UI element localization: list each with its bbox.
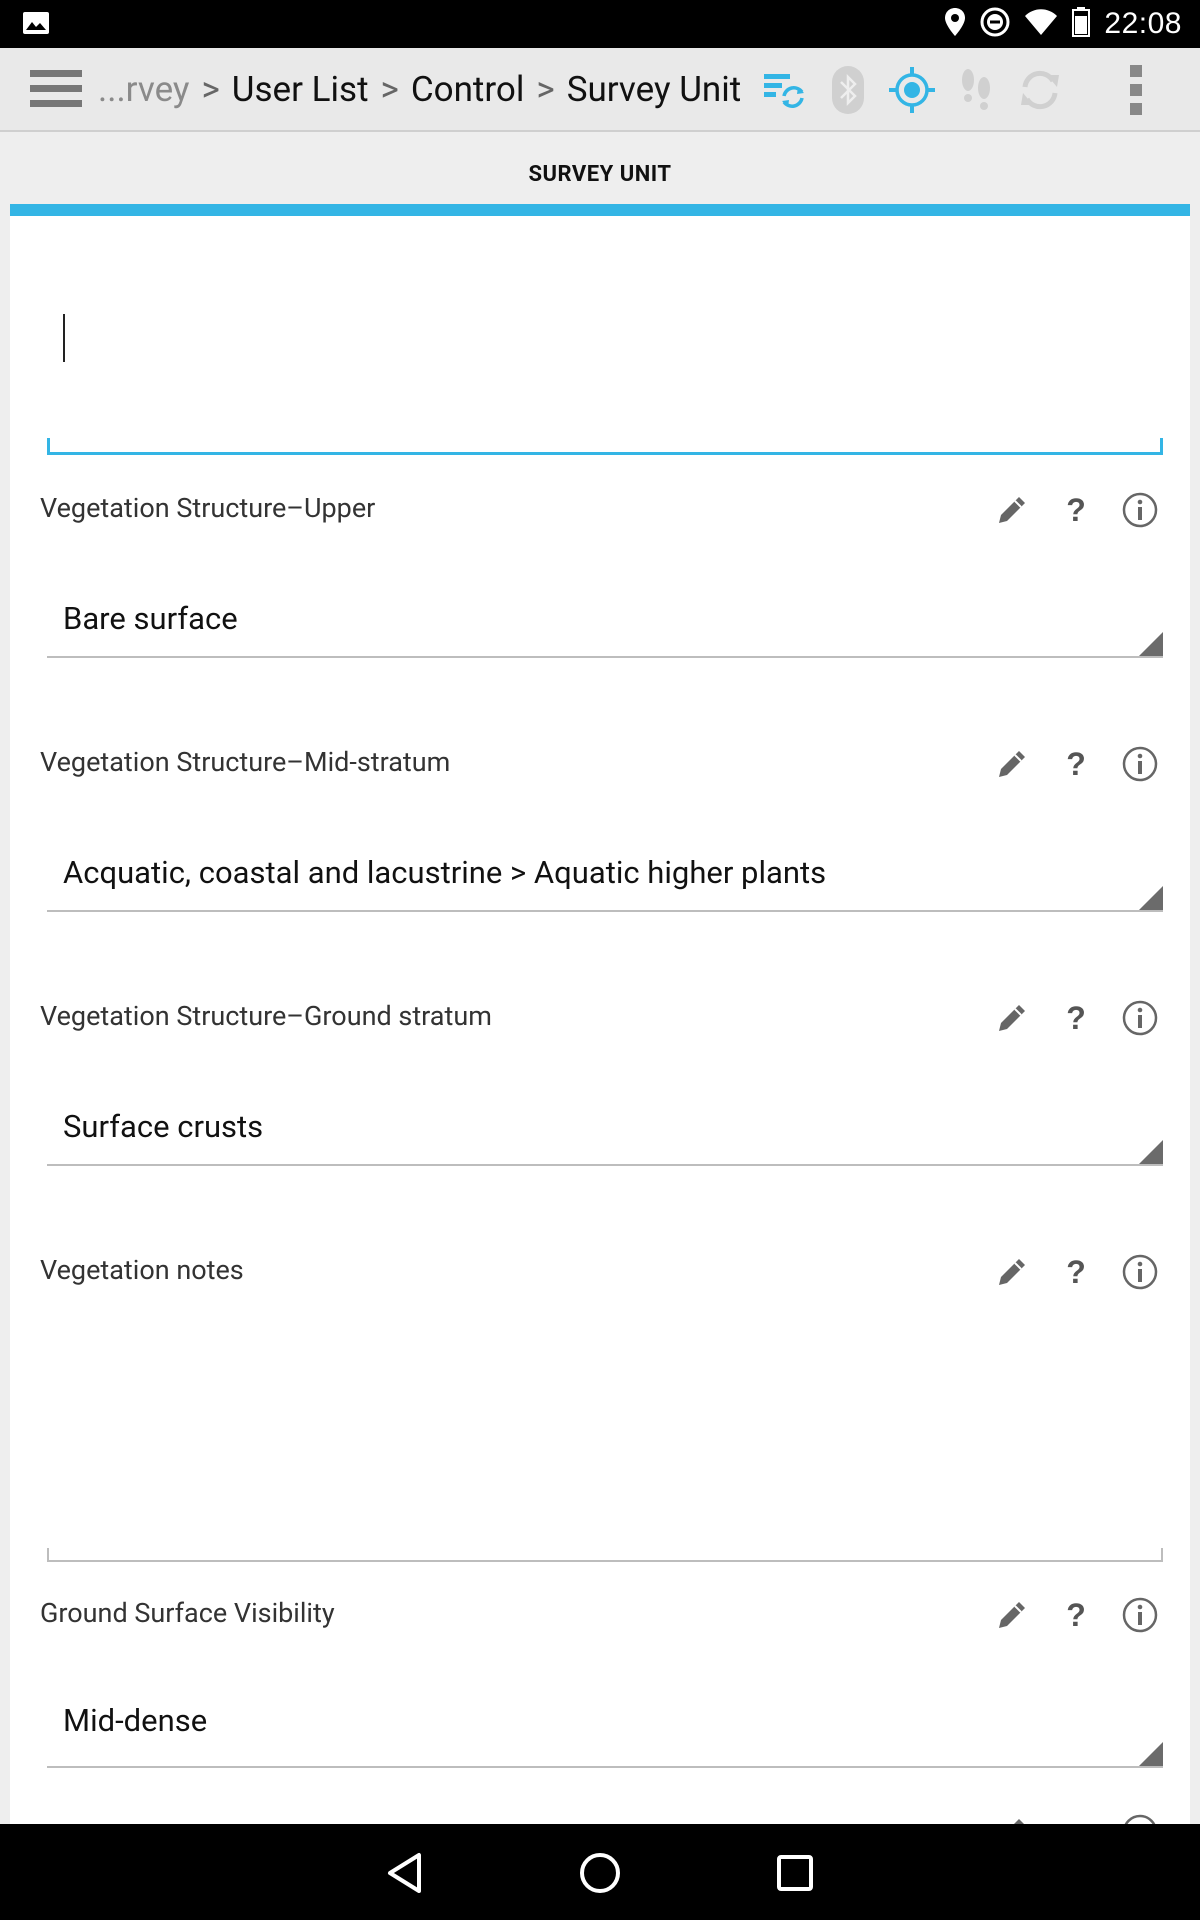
info-icon[interactable]	[1108, 1593, 1172, 1637]
tab-label: SURVEY UNIT	[528, 162, 672, 187]
back-icon[interactable]	[380, 1848, 430, 1898]
dropdown-corner-icon	[1139, 632, 1163, 656]
vegetation-mid-select[interactable]: Acquatic, coastal and lacustrine > Aquat…	[47, 800, 1163, 912]
image-notification-icon	[22, 11, 50, 39]
dropdown-corner-icon	[1139, 886, 1163, 910]
text-cursor	[63, 314, 65, 362]
edit-pencil-icon[interactable]	[980, 742, 1044, 786]
field-label-ground-surface-visibility: Ground Surface Visibility	[40, 1597, 335, 1629]
sync-list-icon[interactable]	[760, 66, 808, 114]
info-icon[interactable]	[1108, 488, 1172, 532]
edit-pencil-icon[interactable]	[980, 488, 1044, 532]
tab-survey-unit[interactable]: SURVEY UNIT	[10, 132, 1190, 204]
recents-icon[interactable]	[770, 1848, 820, 1898]
select-value: Bare surface	[63, 600, 238, 637]
clock-time: 22:08	[1104, 7, 1182, 40]
tab-indicator	[10, 204, 1190, 216]
edit-pencil-icon[interactable]	[980, 1593, 1044, 1637]
vegetation-ground-select[interactable]: Surface crusts	[47, 1054, 1163, 1166]
edit-pencil-icon[interactable]	[980, 1810, 1044, 1824]
wifi-icon	[1024, 8, 1058, 40]
breadcrumb-user-list[interactable]: User List	[232, 69, 369, 110]
help-icon[interactable]: ?	[1044, 996, 1108, 1040]
breadcrumb: ...rvey > User List > Control > Survey U…	[98, 68, 742, 110]
select-value: Mid-dense	[63, 1702, 208, 1739]
info-icon[interactable]	[1108, 996, 1172, 1040]
navigation-bar	[0, 1824, 1200, 1920]
vegetation-notes-textarea[interactable]	[47, 1308, 1163, 1562]
help-icon[interactable]: ?	[1044, 742, 1108, 786]
info-icon[interactable]	[1108, 1250, 1172, 1294]
help-icon[interactable]: ?	[1044, 1593, 1108, 1637]
home-icon[interactable]	[575, 1848, 625, 1898]
action-bar: ...rvey > User List > Control > Survey U…	[0, 48, 1200, 132]
survey-unit-name-input[interactable]	[47, 216, 1163, 455]
ground-surface-visibility-select[interactable]: Mid-dense	[47, 1652, 1163, 1768]
help-icon[interactable]: ?	[1044, 488, 1108, 532]
do-not-disturb-icon	[980, 7, 1010, 41]
edit-pencil-icon[interactable]	[980, 1250, 1044, 1294]
survey-unit-form[interactable]: Vegetation Structure–Upper ? Bare surfac…	[10, 216, 1190, 1824]
breadcrumb-survey-unit[interactable]: Survey Unit	[567, 69, 742, 110]
help-icon[interactable]: ?	[1044, 1250, 1108, 1294]
breadcrumb-truncated[interactable]: ...rvey	[98, 69, 189, 110]
menu-icon[interactable]	[30, 68, 82, 114]
select-value: Acquatic, coastal and lacustrine > Aquat…	[63, 854, 827, 891]
breadcrumb-control[interactable]: Control	[411, 69, 525, 110]
field-label-vegetation-upper: Vegetation Structure–Upper	[40, 492, 376, 524]
gps-icon[interactable]	[888, 66, 936, 114]
location-icon	[944, 7, 966, 41]
vegetation-upper-select[interactable]: Bare surface	[47, 546, 1163, 658]
info-icon[interactable]	[1108, 1810, 1172, 1824]
footprints-icon[interactable]	[952, 66, 1000, 114]
status-bar: 22:08	[0, 0, 1200, 48]
dropdown-corner-icon	[1139, 1742, 1163, 1766]
bluetooth-icon[interactable]	[824, 66, 872, 114]
battery-icon	[1072, 7, 1091, 41]
field-label-vegetation-ground: Vegetation Structure–Ground stratum	[40, 1000, 492, 1032]
field-label-vegetation-mid: Vegetation Structure–Mid-stratum	[40, 746, 451, 778]
overflow-menu-icon[interactable]	[1112, 65, 1160, 115]
edit-pencil-icon[interactable]	[980, 996, 1044, 1040]
dropdown-corner-icon	[1139, 1140, 1163, 1164]
refresh-icon[interactable]	[1016, 66, 1064, 114]
next-field-icons-partial	[980, 1810, 1172, 1824]
info-icon[interactable]	[1108, 742, 1172, 786]
select-value: Surface crusts	[63, 1108, 264, 1145]
field-label-vegetation-notes: Vegetation notes	[40, 1254, 244, 1286]
